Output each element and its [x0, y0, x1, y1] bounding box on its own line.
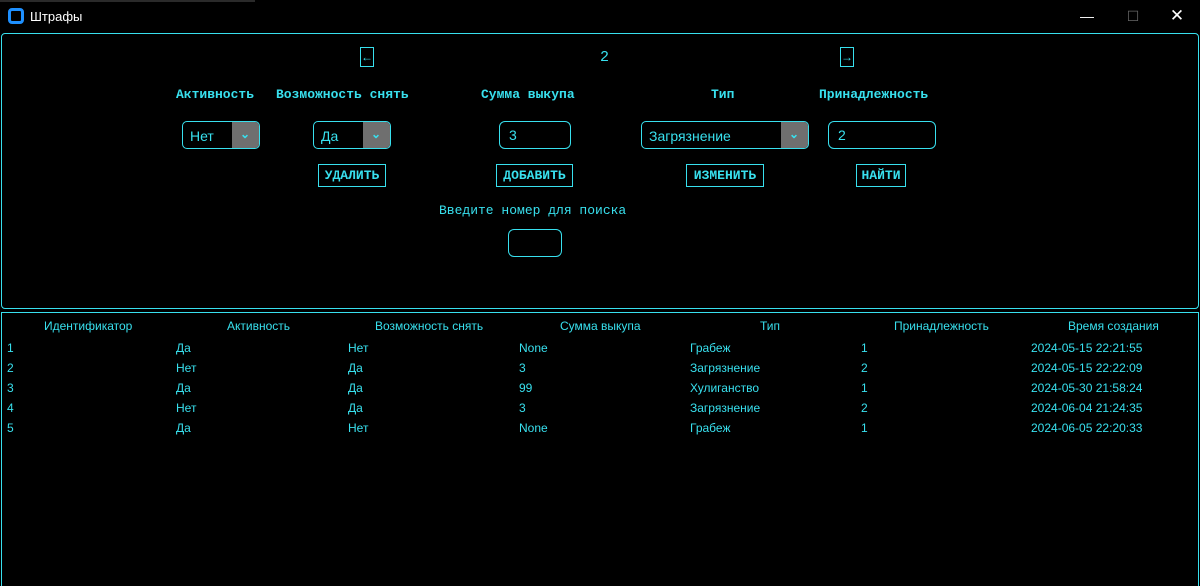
cell-activity[interactable]: Нет	[176, 401, 196, 415]
activity-dropdown-button[interactable]: ⌄	[232, 122, 259, 148]
cell-created[interactable]: 2024-05-15 22:21:55	[1031, 341, 1142, 355]
app-icon	[8, 8, 24, 24]
column-header-type[interactable]: Тип	[760, 319, 780, 333]
find-button[interactable]: НАЙТИ	[856, 164, 906, 187]
cell-type[interactable]: Загрязнение	[690, 361, 760, 375]
maximize-button[interactable]: ☐	[1110, 0, 1156, 32]
cell-ransom[interactable]: None	[519, 421, 548, 435]
delete-button[interactable]: УДАЛИТЬ	[318, 164, 386, 187]
cell-type[interactable]: Загрязнение	[690, 401, 760, 415]
add-button[interactable]: ДОБАВИТЬ	[496, 164, 573, 187]
owner-input[interactable]: 2	[828, 121, 936, 149]
cell-owner[interactable]: 1	[861, 341, 868, 355]
chevron-down-icon: ⌄	[240, 127, 251, 141]
removable-select-value: Да	[321, 128, 339, 144]
control-panel	[1, 33, 1199, 309]
column-header-ransom[interactable]: Сумма выкупа	[560, 319, 641, 333]
activity-label: Активность	[176, 87, 255, 102]
removable-select[interactable]: Да ⌄	[313, 121, 391, 149]
column-header-created[interactable]: Время создания	[1068, 319, 1159, 333]
column-header-activity[interactable]: Активность	[227, 319, 290, 333]
window-titlebar: Штрафы — ☐ ✕	[0, 0, 1200, 32]
cell-type[interactable]: Грабеж	[690, 341, 730, 355]
column-header-removable[interactable]: Возможность снять	[375, 319, 483, 333]
cell-removable[interactable]: Да	[348, 401, 363, 415]
cell-ransom[interactable]: None	[519, 341, 548, 355]
activity-select-value: Нет	[190, 128, 214, 144]
next-page-button[interactable]: →	[840, 47, 854, 67]
cell-id[interactable]: 1	[7, 341, 14, 355]
search-label: Введите номер для поиска	[439, 203, 627, 218]
close-button[interactable]: ✕	[1154, 0, 1200, 32]
minimize-button[interactable]: —	[1064, 0, 1110, 32]
titlebar-top-line	[0, 0, 255, 2]
cell-activity[interactable]: Нет	[176, 361, 196, 375]
removable-dropdown-button[interactable]: ⌄	[363, 122, 390, 148]
cell-type[interactable]: Грабеж	[690, 421, 730, 435]
cell-ransom[interactable]: 99	[519, 381, 532, 395]
cell-ransom[interactable]: 3	[519, 401, 526, 415]
removable-label: Возможность снять	[276, 87, 409, 102]
type-select-value: Загрязнение	[649, 128, 731, 144]
window-title: Штрафы	[30, 9, 83, 24]
cell-created[interactable]: 2024-05-30 21:58:24	[1031, 381, 1142, 395]
cell-ransom[interactable]: 3	[519, 361, 526, 375]
cell-removable[interactable]: Нет	[348, 421, 368, 435]
ransom-input-value: 3	[509, 127, 517, 143]
type-label: Тип	[711, 87, 735, 102]
cell-id[interactable]: 2	[7, 361, 14, 375]
cell-id[interactable]: 5	[7, 421, 14, 435]
type-select[interactable]: Загрязнение ⌄	[641, 121, 809, 149]
cell-activity[interactable]: Да	[176, 421, 191, 435]
prev-page-button[interactable]: ←	[360, 47, 374, 67]
type-dropdown-button[interactable]: ⌄	[781, 122, 808, 148]
search-input[interactable]	[508, 229, 562, 257]
owner-label: Принадлежность	[819, 87, 929, 102]
cell-owner[interactable]: 1	[861, 421, 868, 435]
cell-owner[interactable]: 2	[861, 361, 868, 375]
cell-removable[interactable]: Да	[348, 381, 363, 395]
chevron-down-icon: ⌄	[789, 127, 800, 141]
ransom-label: Сумма выкупа	[481, 87, 575, 102]
cell-created[interactable]: 2024-05-15 22:22:09	[1031, 361, 1142, 375]
cell-removable[interactable]: Да	[348, 361, 363, 375]
cell-id[interactable]: 4	[7, 401, 14, 415]
owner-input-value: 2	[838, 127, 846, 143]
column-header-owner[interactable]: Принадлежность	[894, 319, 989, 333]
cell-created[interactable]: 2024-06-04 21:24:35	[1031, 401, 1142, 415]
cell-owner[interactable]: 2	[861, 401, 868, 415]
activity-select[interactable]: Нет ⌄	[182, 121, 260, 149]
cell-activity[interactable]: Да	[176, 381, 191, 395]
cell-removable[interactable]: Нет	[348, 341, 368, 355]
edit-button[interactable]: ИЗМЕНИТЬ	[686, 164, 764, 187]
column-header-id[interactable]: Идентификатор	[44, 319, 132, 333]
chevron-down-icon: ⌄	[371, 127, 382, 141]
cell-activity[interactable]: Да	[176, 341, 191, 355]
cell-type[interactable]: Хулиганство	[690, 381, 759, 395]
cell-created[interactable]: 2024-06-05 22:20:33	[1031, 421, 1142, 435]
ransom-input[interactable]: 3	[499, 121, 571, 149]
cell-owner[interactable]: 1	[861, 381, 868, 395]
cell-id[interactable]: 3	[7, 381, 14, 395]
page-number: 2	[600, 49, 610, 66]
